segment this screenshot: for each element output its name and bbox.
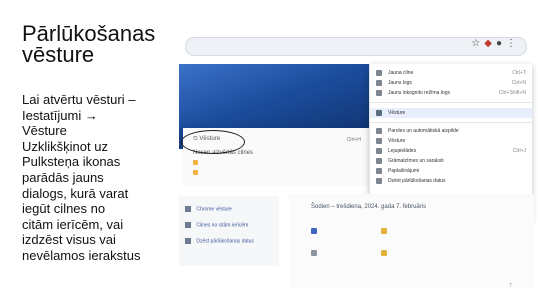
menu-item-profile[interactable]: Vēsture [370,108,532,118]
trash-icon [185,238,191,244]
menu-item-incognito[interactable]: Jauns inkognito režīma logs Ctrl+Shift+N [370,88,532,98]
profile-icon [376,110,382,116]
sidebar-item-clear-data[interactable]: Dzēst pārlūkošanas datus [185,238,254,244]
menu-item-new-window[interactable]: Jauns logs Ctrl+N [370,78,532,88]
body-line: nevēlamos ierakstus [22,247,141,263]
menu-item-new-tab[interactable]: Jauna cilne Ctrl+T [370,68,532,78]
new-tab-icon [376,70,382,76]
browser-screenshot: ☆◆●⋮ ⏲ Vēsture Ctrl+H Nesen aizvērtās ci… [179,26,534,288]
page-favicon-icon [381,250,387,256]
body-line: izdzēst visus vai [22,232,116,248]
checkbox-icon [311,250,317,256]
slide-title: Pārlūkošanas vēsture [22,21,172,67]
highlight-oval [181,130,245,154]
menu-item-clear-data[interactable]: Dzēst pārlūkošanas datus [370,176,532,186]
body-line: parādās jauns [22,169,104,185]
page-number: 7 [509,283,512,289]
history-entry[interactable] [193,160,202,166]
history-sidebar: Chrome vēsture Cilnes no citām ierīcēm D… [179,196,279,266]
history-entry-title[interactable] [381,250,393,256]
history-entry[interactable] [193,170,202,176]
title-line-1: Pārlūkošanas [22,21,156,46]
sidebar-item-other-devices[interactable]: Cilnes no citām ierīcēm [185,222,248,228]
new-window-icon [376,80,382,86]
menu-divider [370,122,532,123]
address-bar: ☆◆●⋮ [179,35,534,57]
puzzle-icon [376,168,382,174]
history-entry-title[interactable] [381,228,393,234]
download-icon [376,148,382,154]
title-line-2: vēsture [22,42,95,67]
key-icon [376,128,382,134]
menu-item-downloads[interactable]: Lejupielādes Ctrl+J [370,146,532,156]
clock-icon [185,206,191,212]
page-favicon-icon [193,160,198,165]
menu-item-history[interactable]: Vēsture [370,136,532,146]
incognito-icon [376,90,382,96]
devices-icon [185,222,191,228]
body-line: Lai atvērtu vēsturi – [22,92,136,107]
body-line: citām ierīcēm, vai [22,216,124,232]
checkbox-icon [311,228,317,234]
slide: Pārlūkošanas vēsture Lai atvērtu vēsturi… [0,0,538,302]
history-shortcut: Ctrl+H [346,137,361,143]
body-line: Uzklikšķinot uz [22,138,108,154]
history-entry[interactable] [311,250,323,256]
trash-icon [376,178,382,184]
history-date-heading: Šodien – trešdiena, 2024. gada 7. februā… [311,204,427,210]
page-favicon-icon [381,228,387,234]
body-line: Pulksteņa ikonas [22,154,121,170]
menu-dots-icon[interactable]: ⋮ [506,38,520,49]
body-line: dialogs, kurā varat [22,185,129,201]
history-list-panel: Šodien – trešdiena, 2024. gada 7. februā… [289,194,534,288]
history-entry[interactable] [311,228,323,234]
menu-item-bookmarks[interactable]: Grāmatzīmes un saraksti [370,156,532,166]
menu-item-extensions[interactable]: Paplašinājumi [370,166,532,176]
star-icon[interactable]: ☆ [471,38,484,49]
slide-body-text: Lai atvērtu vēsturi – Iestatījumi → Vēst… [22,92,172,264]
page-favicon-icon [193,170,198,175]
toolbar-icons: ☆◆●⋮ [471,38,520,49]
sidebar-item-chrome-history[interactable]: Chrome vēsture [185,206,232,212]
bookmark-icon [376,158,382,164]
body-line: iegūt cilnes no [22,201,106,217]
extension-icon[interactable]: ◆ [484,38,496,49]
body-line: Vēsture [22,123,67,139]
menu-divider [370,102,532,103]
body-line: Iestatījumi → [22,107,98,123]
profile-icon[interactable]: ● [496,38,506,49]
clock-icon [376,138,382,144]
menu-item-passwords[interactable]: Paroles un automātiskā aizpilde [370,126,532,136]
